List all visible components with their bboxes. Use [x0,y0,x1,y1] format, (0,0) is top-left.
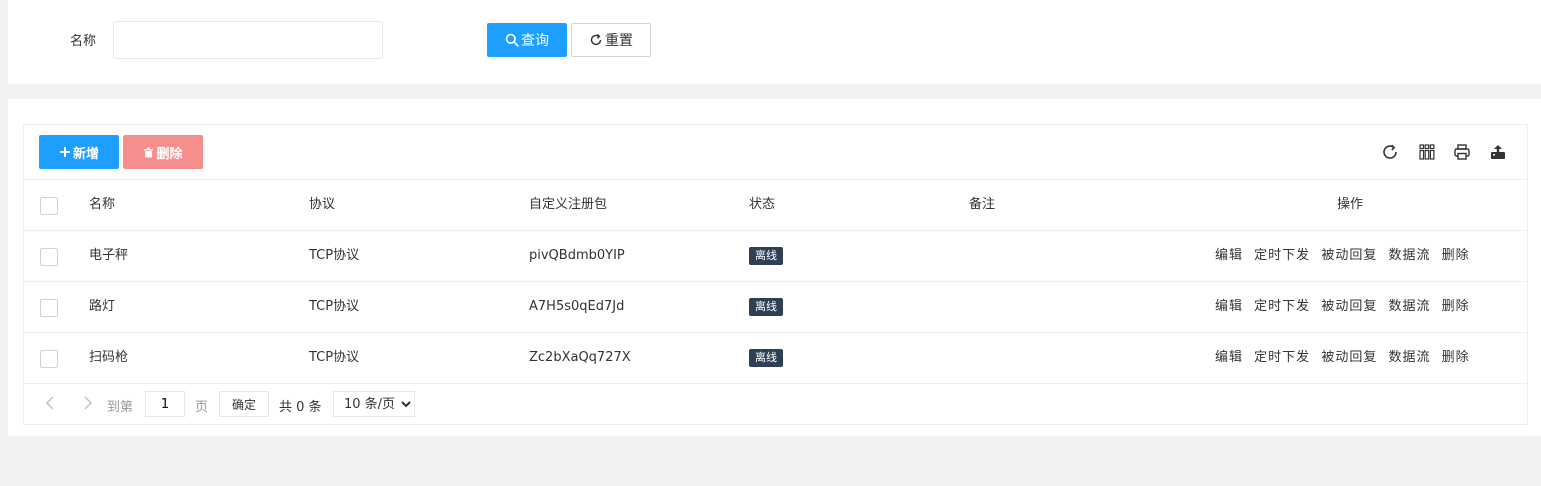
goto-label: 到第 [107,400,134,415]
columns-icon[interactable] [1418,143,1436,161]
row-status: 离线 [749,333,783,383]
header-actions: 操作 [1337,197,1364,212]
row-register-package: A7H5s0qEd7Jd [529,299,625,314]
name-label: 名称 [70,34,97,49]
data-stream-link[interactable]: 数据流 [1388,299,1430,314]
trash-icon [144,147,154,157]
add-button[interactable]: 新增 [39,135,119,169]
passive-reply-link[interactable]: 被动回复 [1321,350,1377,365]
schedule-send-link[interactable]: 定时下发 [1254,299,1310,314]
total-count: 共 0 条 [279,400,322,415]
table-header-row: 名称 协议 自定义注册包 状态 备注 操作 [24,180,1527,231]
search-panel: 名称 查询 重置 [8,0,1541,84]
refresh-icon[interactable] [1381,143,1399,161]
row-register-package: pivQBdmb0YIP [529,248,625,263]
delete-link[interactable]: 删除 [1442,248,1470,263]
export-icon[interactable] [1489,143,1507,161]
delete-link[interactable]: 删除 [1442,299,1470,314]
page-unit-label: 页 [195,400,209,415]
row-protocol: TCP协议 [309,350,360,365]
plus-icon [59,147,70,157]
next-page-icon[interactable] [80,395,96,411]
select-all-checkbox[interactable] [40,197,58,215]
delete-link[interactable]: 删除 [1442,350,1470,365]
row-name: 扫码枪 [89,350,129,365]
status-badge: 离线 [749,246,783,265]
pagination: 到第 页 确定 共 0 条 10 条/页 [24,383,1527,425]
row-actions: 编辑 定时下发 被动回复 数据流 删除 [1215,282,1477,332]
edit-link[interactable]: 编辑 [1215,299,1243,314]
row-name: 路灯 [89,299,116,314]
row-checkbox[interactable] [40,350,58,368]
table-panel: 新增 删除 名称 协议 自定义注册包 状态 备注 操作 电子秤 TCP协议 pi… [8,99,1541,436]
edit-link[interactable]: 编辑 [1215,248,1243,263]
table-toolbar: 新增 删除 [24,125,1527,180]
row-protocol: TCP协议 [309,299,360,314]
query-button[interactable]: 查询 [487,23,567,57]
row-register-package: Zc2bXaQq727X [529,350,631,365]
passive-reply-link[interactable]: 被动回复 [1321,248,1377,263]
passive-reply-link[interactable]: 被动回复 [1321,299,1377,314]
row-actions: 编辑 定时下发 被动回复 数据流 删除 [1215,333,1477,383]
status-badge: 离线 [749,297,783,316]
search-icon [505,33,519,47]
table-row: 电子秤 TCP协议 pivQBdmb0YIP 离线 编辑 定时下发 被动回复 数… [24,231,1527,282]
prev-page-icon[interactable] [42,395,58,411]
name-search-input[interactable] [113,21,383,59]
table-row: 扫码枪 TCP协议 Zc2bXaQq727X 离线 编辑 定时下发 被动回复 数… [24,333,1527,384]
header-name[interactable]: 名称 [89,180,115,230]
header-register-package[interactable]: 自定义注册包 [529,180,607,230]
row-status: 离线 [749,231,783,281]
edit-link[interactable]: 编辑 [1215,350,1243,365]
status-badge: 离线 [749,348,783,367]
add-label: 新增 [72,146,99,162]
schedule-send-link[interactable]: 定时下发 [1254,350,1310,365]
goto-confirm-button[interactable]: 确定 [219,391,269,417]
header-status[interactable]: 状态 [749,180,775,230]
row-checkbox[interactable] [40,248,58,266]
reset-button[interactable]: 重置 [571,23,651,57]
delete-label: 删除 [156,146,183,162]
header-remark[interactable]: 备注 [969,180,995,230]
reset-label: 重置 [605,33,633,49]
data-table: 新增 删除 名称 协议 自定义注册包 状态 备注 操作 电子秤 TCP协议 pi… [23,124,1528,425]
query-label: 查询 [521,33,549,49]
print-icon[interactable] [1453,143,1471,161]
row-status: 离线 [749,282,783,332]
data-stream-link[interactable]: 数据流 [1388,248,1430,263]
delete-button[interactable]: 删除 [123,135,203,169]
refresh-icon [590,33,602,46]
row-actions: 编辑 定时下发 被动回复 数据流 删除 [1215,231,1477,281]
row-name: 电子秤 [89,248,129,263]
row-checkbox[interactable] [40,299,58,317]
table-row: 路灯 TCP协议 A7H5s0qEd7Jd 离线 编辑 定时下发 被动回复 数据… [24,282,1527,333]
page-size-select[interactable]: 10 条/页 [333,391,415,417]
data-stream-link[interactable]: 数据流 [1388,350,1430,365]
header-protocol[interactable]: 协议 [309,180,335,230]
page-number-input[interactable] [145,391,185,417]
row-protocol: TCP协议 [309,248,360,263]
schedule-send-link[interactable]: 定时下发 [1254,248,1310,263]
